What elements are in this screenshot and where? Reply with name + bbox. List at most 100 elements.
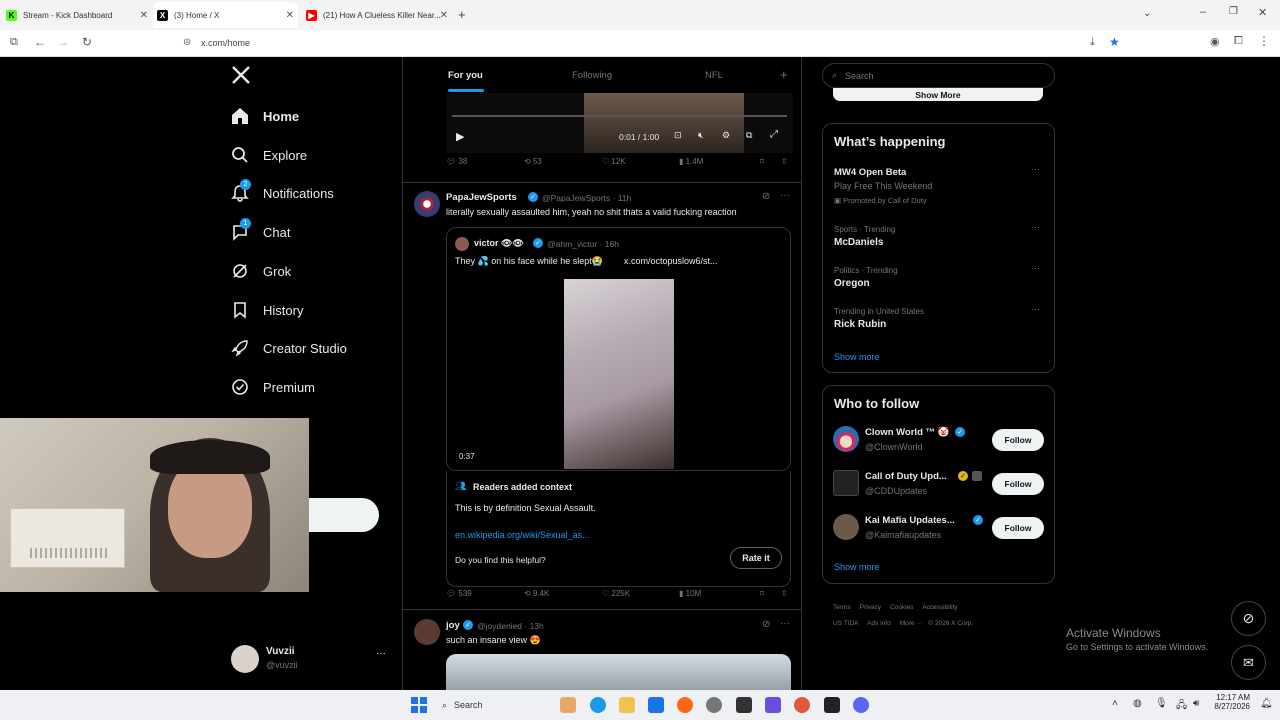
chevron-down-icon[interactable]: ⌄ [1143, 8, 1151, 19]
nav-history[interactable]: History [228, 295, 303, 325]
quoted-link[interactable]: x.com/octopuslow6/st... [624, 256, 718, 266]
tray-app-icon[interactable]: ◍ [1133, 698, 1142, 709]
close-tab-icon[interactable]: ✕ [140, 10, 148, 21]
grok-icon[interactable]: ⊘ [762, 191, 770, 202]
close-window-icon[interactable]: ✕ [1258, 6, 1267, 19]
x-logo-icon[interactable] [231, 65, 253, 87]
follow-button[interactable]: Follow [992, 473, 1044, 495]
nav-explore[interactable]: Explore [228, 140, 307, 170]
widget-icon[interactable] [560, 697, 576, 713]
tray-chevron-icon[interactable]: ˄ [1112, 698, 1118, 709]
close-tab-icon[interactable]: ✕ [286, 10, 294, 21]
collections-icon[interactable]: ⧉ [10, 36, 18, 49]
bookmark-icon[interactable]: ⌑ [760, 157, 764, 166]
back-icon[interactable]: ← [34, 35, 46, 49]
post-papajewsports[interactable]: PapaJewSports ✓ @PapaJewSports · 11h ⊘ ·… [403, 183, 801, 603]
more-icon[interactable]: ··· [1031, 263, 1040, 273]
obs-icon[interactable] [824, 697, 840, 713]
file-explorer-icon[interactable] [619, 697, 635, 713]
more-icon[interactable]: ··· [780, 190, 790, 201]
quoted-video[interactable]: 0:37 [447, 277, 790, 470]
tab-youtube[interactable]: ▶ (21) How A Clueless Killer Near... ✕ [306, 4, 448, 26]
tab-following[interactable]: Following [572, 70, 612, 81]
trend-item[interactable]: Sports · Trending McDaniels ··· [823, 222, 1056, 252]
rate-it-button[interactable]: Rate it [730, 547, 782, 569]
reply-button[interactable]: 💬︎ 539 [446, 589, 472, 598]
note-link[interactable]: en.wikipedia.org/wiki/Sexual_as... [455, 530, 590, 540]
follow-suggestion[interactable]: Kai Mafia Updates... ✓ @Kaimafiaupdates … [823, 512, 1056, 546]
more-icon[interactable]: ··· [376, 648, 386, 659]
microphone-icon[interactable]: 🎙︎ [1155, 698, 1168, 709]
minimize-icon[interactable]: – [1200, 6, 1206, 18]
quoted-post[interactable]: victor 👁👁 ✓ @ahm_victor · 16h They 💦 on … [446, 227, 791, 471]
like-button[interactable]: ♡ 12K [602, 157, 626, 166]
views-button[interactable]: ▮ 1.4M [679, 157, 703, 166]
show-more-button[interactable]: Show More [833, 88, 1043, 101]
footer-link[interactable]: Privacy [860, 604, 881, 611]
vpn-icon[interactable] [765, 697, 781, 713]
menu-icon[interactable]: ⋮ [1258, 34, 1270, 48]
settings-icon[interactable]: ⚙ [722, 130, 730, 141]
follow-button[interactable]: Follow [992, 429, 1044, 451]
downloads-icon[interactable]: ⤓ [1090, 36, 1095, 49]
post-joy[interactable]: joy ✓ @joydenied · 13h ⊘ ··· such an ins… [403, 610, 801, 690]
brave-icon[interactable] [794, 697, 810, 713]
share-icon[interactable]: ⇧ [781, 589, 788, 598]
repost-button[interactable]: ⟲ 9.4K [524, 589, 549, 598]
trend-item[interactable]: Trending in United States Rick Rubin ··· [823, 304, 1056, 334]
reply-button[interactable]: 💬︎ 38 [446, 157, 467, 166]
notification-center-icon[interactable]: 🔔︎ [1260, 698, 1273, 709]
store-icon[interactable] [648, 697, 664, 713]
author-name[interactable]: joy [446, 620, 460, 631]
pip-icon[interactable]: ⧉ [746, 130, 752, 141]
forward-icon[interactable]: → [57, 35, 69, 49]
settings-icon[interactable] [706, 697, 722, 713]
like-button[interactable]: ♡ 225K [602, 589, 630, 598]
add-tab-icon[interactable]: + [780, 67, 788, 82]
more-icon[interactable]: ··· [1031, 164, 1040, 174]
star-icon[interactable]: ★ [1109, 35, 1120, 49]
clock[interactable]: 12:17 AM 8/27/2026 [1212, 693, 1250, 711]
nav-premium[interactable]: Premium [228, 372, 315, 402]
volume-icon[interactable]: 🔊︎ [1193, 698, 1199, 709]
tab-nfl[interactable]: NFL [705, 70, 723, 81]
search-box[interactable]: ⌕ Search [822, 63, 1055, 88]
author-name[interactable]: PapaJewSports [446, 192, 517, 203]
close-tab-icon[interactable]: ✕ [440, 10, 448, 21]
url-text[interactable]: x.com/home [201, 38, 250, 48]
tab-x-home[interactable]: X (3) Home / X ✕ [153, 2, 298, 28]
show-more-link[interactable]: Show more [834, 562, 880, 572]
footer-link[interactable]: Terms [833, 604, 851, 611]
share-icon[interactable]: ⇧ [781, 157, 788, 166]
footer-link[interactable]: More ··· [900, 620, 923, 627]
tab-kick[interactable]: K Stream - Kick Dashboard ✕ [6, 4, 148, 26]
taskbar-search[interactable]: ⌕ Search [436, 695, 546, 715]
windows-start-icon[interactable] [411, 697, 427, 713]
nav-notifications[interactable]: 2 Notifications [228, 178, 334, 208]
grok-icon[interactable]: ⊘ [762, 619, 770, 630]
edge-icon[interactable] [590, 697, 606, 713]
footer-link[interactable]: Accessibility [922, 604, 957, 611]
trend-item[interactable]: MW4 Open Beta Play Free This Weekend ▣ P… [823, 164, 1056, 209]
app-icon[interactable] [736, 697, 752, 713]
more-icon[interactable]: ··· [780, 618, 790, 629]
new-tab-icon[interactable]: + [458, 7, 466, 22]
maximize-icon[interactable]: ❐ [1229, 6, 1238, 17]
more-icon[interactable]: ··· [1031, 222, 1040, 232]
profile-switcher[interactable]: Vuvzii @vuvzii ··· [231, 643, 401, 677]
post-image[interactable] [446, 654, 791, 690]
nav-creator-studio[interactable]: Creator Studio [228, 333, 347, 363]
trend-item[interactable]: Politics · Trending Oregon ··· [823, 263, 1056, 293]
nav-chat[interactable]: 1 Chat [228, 217, 290, 247]
more-icon[interactable]: ··· [1031, 304, 1040, 314]
follow-suggestion[interactable]: Clown World ™ 🤡 ✓ @ClownWorld Follow [823, 424, 1056, 458]
follow-button[interactable]: Follow [992, 517, 1044, 539]
footer-link[interactable]: US TIDA [833, 620, 859, 627]
reload-icon[interactable]: ↻ [82, 35, 92, 49]
views-button[interactable]: ▮ 10M [679, 589, 701, 598]
extensions-icon[interactable]: ⧠ [1234, 35, 1243, 48]
repost-button[interactable]: ⟲ 53 [524, 157, 542, 166]
tab-for-you[interactable]: For you [448, 70, 483, 81]
video-progress[interactable] [452, 115, 787, 117]
profile-icon[interactable]: ◉ [1210, 35, 1220, 48]
